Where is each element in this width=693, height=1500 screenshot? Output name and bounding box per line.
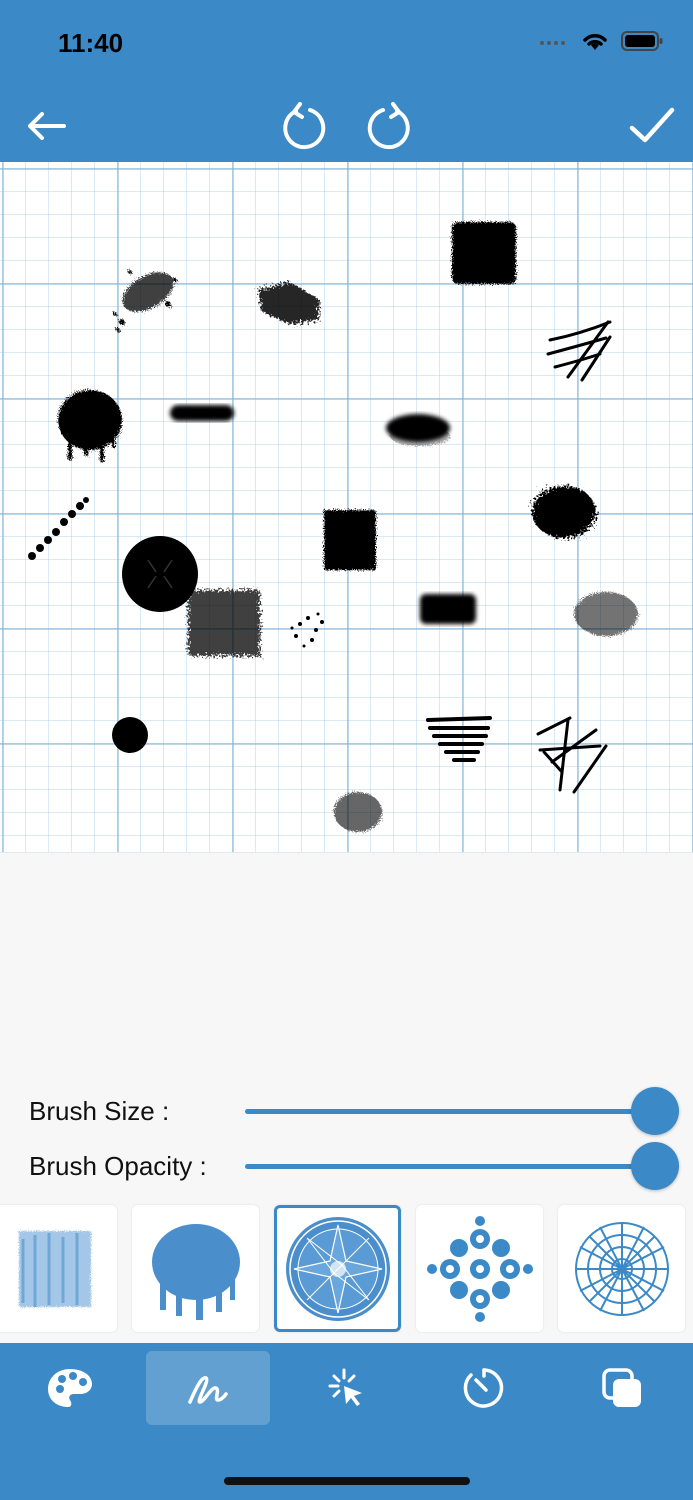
brush-size-label: Brush Size : (29, 1096, 170, 1126)
brush-opacity-thumb[interactable] (631, 1142, 679, 1190)
undo-icon (283, 102, 326, 150)
back-button[interactable] (18, 90, 74, 162)
arrow-left-icon (28, 112, 66, 140)
palette-icon (48, 1369, 92, 1407)
stroke-bar-blur (170, 405, 234, 421)
layers-icon (602, 1368, 641, 1407)
magic-select-icon (328, 1368, 362, 1406)
redo-icon (367, 102, 410, 150)
stroke-spray-2 (290, 612, 324, 648)
wifi-icon (583, 34, 607, 50)
brush-opacity-row: Brush Opacity : (0, 1141, 693, 1191)
bottom-tab-bar (0, 1343, 693, 1500)
stroke-hatch-2 (536, 716, 608, 794)
stroke-noise-square (188, 590, 260, 656)
tab-select[interactable] (284, 1351, 408, 1425)
stroke-drip-blob (58, 390, 122, 462)
stroke-beaded-line (28, 497, 89, 560)
brush-size-row: Brush Size : (0, 1086, 693, 1136)
stroke-marker (420, 594, 476, 624)
brush-crayon[interactable] (0, 1205, 117, 1332)
stroke-rough-patch (532, 486, 596, 538)
checkmark-icon (629, 107, 675, 143)
drip-brush-icon (151, 1223, 240, 1320)
stroke-spray-3 (574, 592, 638, 636)
stroke-large-dot (122, 536, 198, 612)
stroke-spray-4 (334, 792, 382, 832)
brush-mandala-flower[interactable] (416, 1205, 543, 1332)
crayon-brush-icon (18, 1230, 91, 1307)
brush-size-thumb[interactable] (631, 1087, 679, 1135)
brush-opacity-label: Brush Opacity : (29, 1151, 207, 1181)
stroke-hatch-1 (546, 320, 612, 382)
timer-icon (463, 1368, 504, 1408)
mandala-flower-brush-icon (426, 1215, 533, 1322)
stroke-rough-square (452, 222, 516, 284)
signal-icon (540, 41, 565, 45)
brush-stroke-icon (188, 1376, 228, 1404)
mandala-star-brush-icon (285, 1216, 390, 1321)
stroke-vertical-rough (324, 510, 376, 570)
redo-button[interactable] (361, 90, 417, 162)
brush-samples (28, 222, 638, 832)
tab-brush[interactable] (146, 1351, 270, 1425)
status-bar: 11:40 (0, 0, 693, 90)
tab-timer[interactable] (422, 1351, 546, 1425)
drawing-canvas[interactable] (0, 162, 693, 853)
mandala-lace-brush-icon (574, 1221, 669, 1316)
tab-layers[interactable] (560, 1351, 684, 1425)
status-time: 11:40 (58, 28, 124, 58)
stroke-spray-1 (113, 270, 177, 332)
home-indicator (224, 1477, 470, 1485)
stroke-airbrush (386, 414, 450, 446)
top-toolbar (0, 90, 693, 162)
stroke-scribble (426, 716, 492, 762)
brush-mandala-lace[interactable] (558, 1205, 685, 1332)
stroke-small-dot (112, 717, 148, 753)
brush-opacity-track[interactable] (245, 1164, 655, 1169)
brush-presets (0, 1205, 693, 1333)
done-button[interactable] (624, 90, 680, 162)
brush-mandala-star[interactable] (274, 1205, 401, 1332)
brush-size-track[interactable] (245, 1109, 655, 1114)
tab-palette[interactable] (8, 1351, 132, 1425)
stroke-rough-blob (258, 282, 320, 324)
brush-drip[interactable] (132, 1205, 259, 1332)
battery-icon (621, 31, 663, 51)
undo-button[interactable] (276, 90, 332, 162)
status-icons (539, 30, 663, 52)
